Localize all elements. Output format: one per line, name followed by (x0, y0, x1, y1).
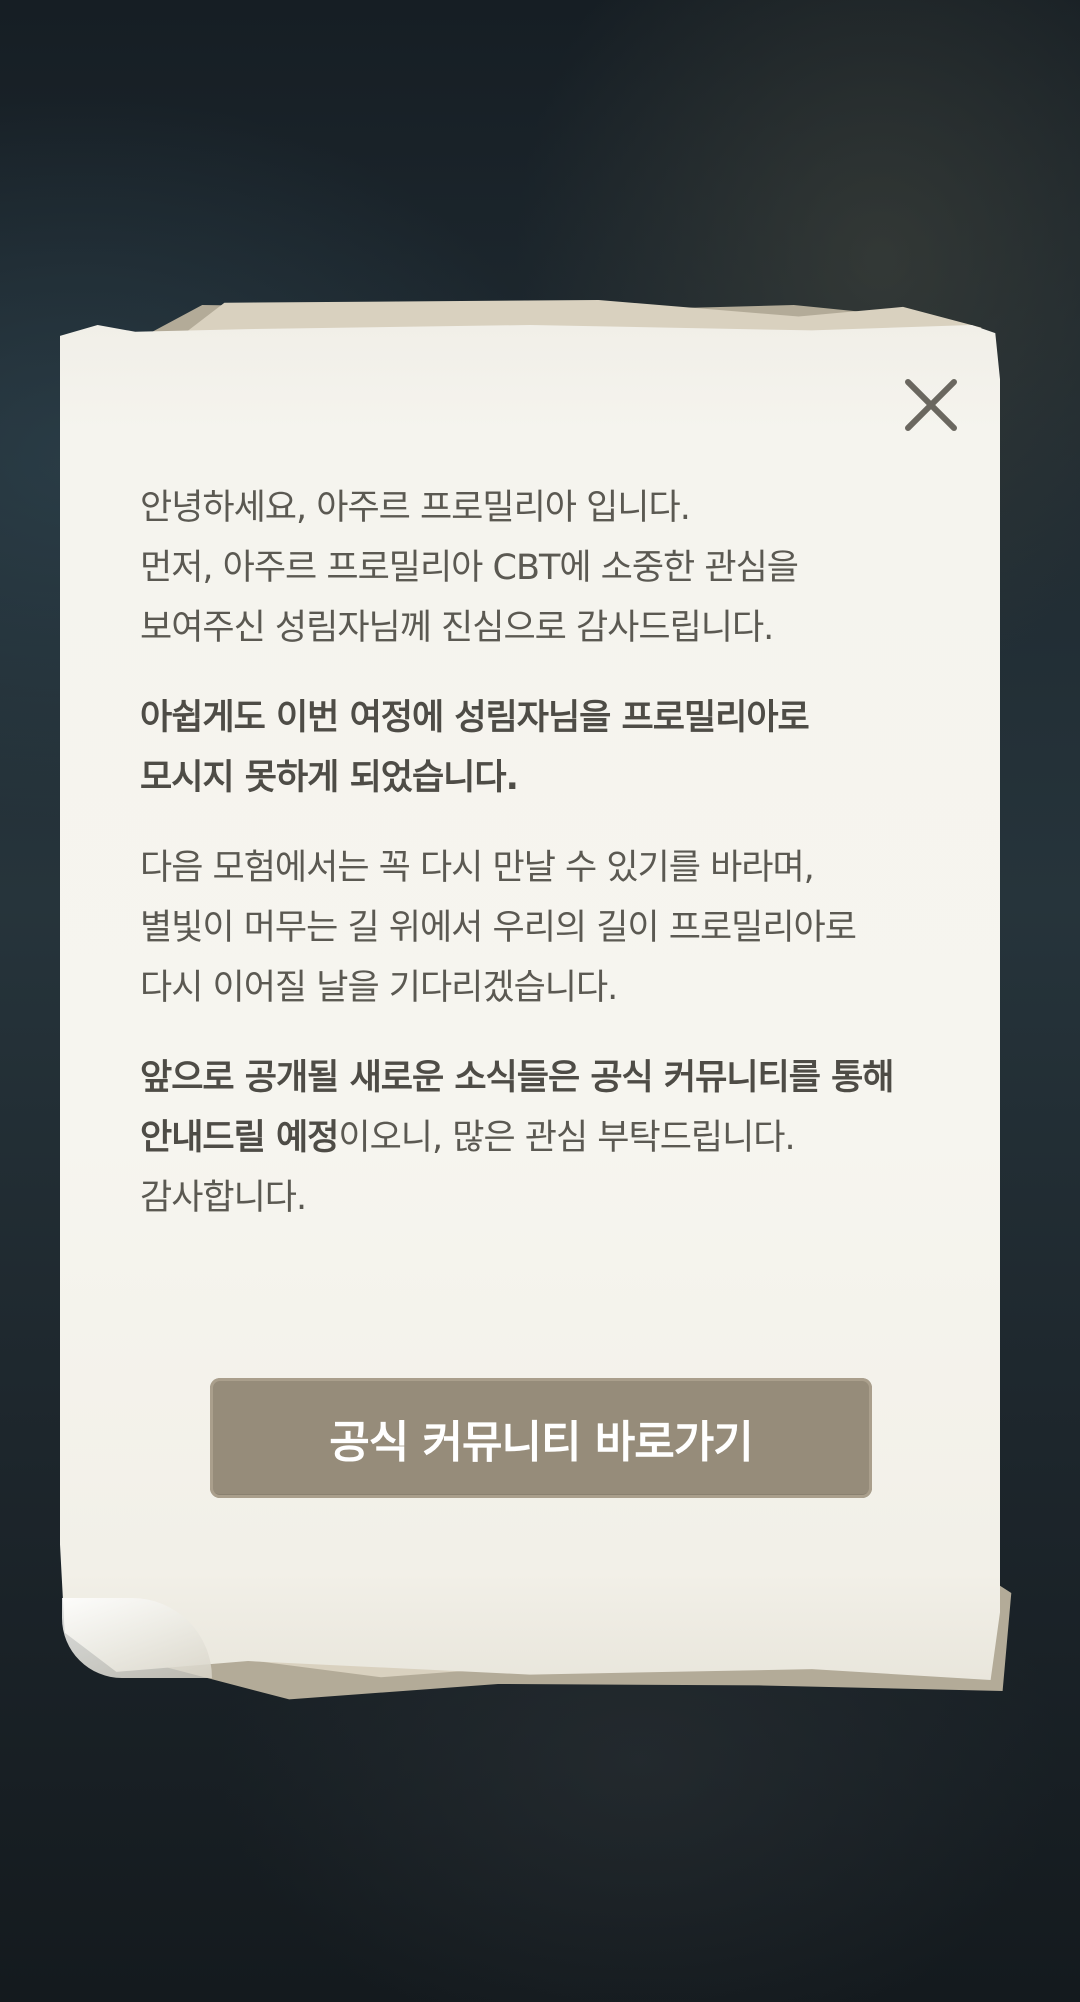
close-icon (905, 379, 957, 431)
hope-line: 별빛이 머무는 길 위에서 우리의 길이 프로밀리아로 (140, 908, 857, 948)
announcement-text: 이오니, 많은 관심 부탁드립니다. (338, 1118, 795, 1158)
regret-line: 모시지 못하게 되었습니다. (140, 758, 519, 798)
greeting-line: 안녕하세요, 아주르 프로밀리아 입니다. (140, 488, 691, 528)
close-button[interactable] (896, 370, 966, 440)
community-button-label: 공식 커뮤니티 바로가기 (329, 1417, 753, 1468)
official-community-button[interactable]: 공식 커뮤니티 바로가기 (210, 1378, 872, 1498)
announcement-line: 앞으로 공개될 새로운 소식들은 공식 커뮤니티를 통해 (140, 1058, 895, 1098)
announcement-paragraph: 앞으로 공개될 새로운 소식들은 공식 커뮤니티를 통해 안내드릴 예정이오니,… (140, 1048, 940, 1228)
announcement-emphasis: 안내드릴 예정 (140, 1118, 339, 1158)
hope-line: 다음 모험에서는 꼭 다시 만날 수 있기를 바라며, (140, 848, 815, 888)
regret-line: 아쉽게도 이번 여정에 성림자님을 프로밀리아로 (140, 698, 810, 738)
greeting-paragraph: 안녕하세요, 아주르 프로밀리아 입니다. 먼저, 아주르 프로밀리아 CBT에… (140, 478, 940, 658)
hope-paragraph: 다음 모험에서는 꼭 다시 만날 수 있기를 바라며, 별빛이 머무는 길 위에… (140, 838, 940, 1018)
regret-paragraph: 아쉽게도 이번 여정에 성림자님을 프로밀리아로 모시지 못하게 되었습니다. (140, 688, 940, 808)
announcement-line: 안내드릴 예정이오니, 많은 관심 부탁드립니다. (140, 1108, 940, 1168)
thanks-line: 보여주신 성림자님께 진심으로 감사드립니다. (140, 608, 774, 648)
closing-line: 감사합니다. (140, 1178, 307, 1218)
notice-message: 안녕하세요, 아주르 프로밀리아 입니다. 먼저, 아주르 프로밀리아 CBT에… (140, 478, 940, 1258)
thanks-line: 먼저, 아주르 프로밀리아 CBT에 소중한 관심을 (140, 548, 799, 588)
hope-line: 다시 이어질 날을 기다리겠습니다. (140, 968, 618, 1008)
